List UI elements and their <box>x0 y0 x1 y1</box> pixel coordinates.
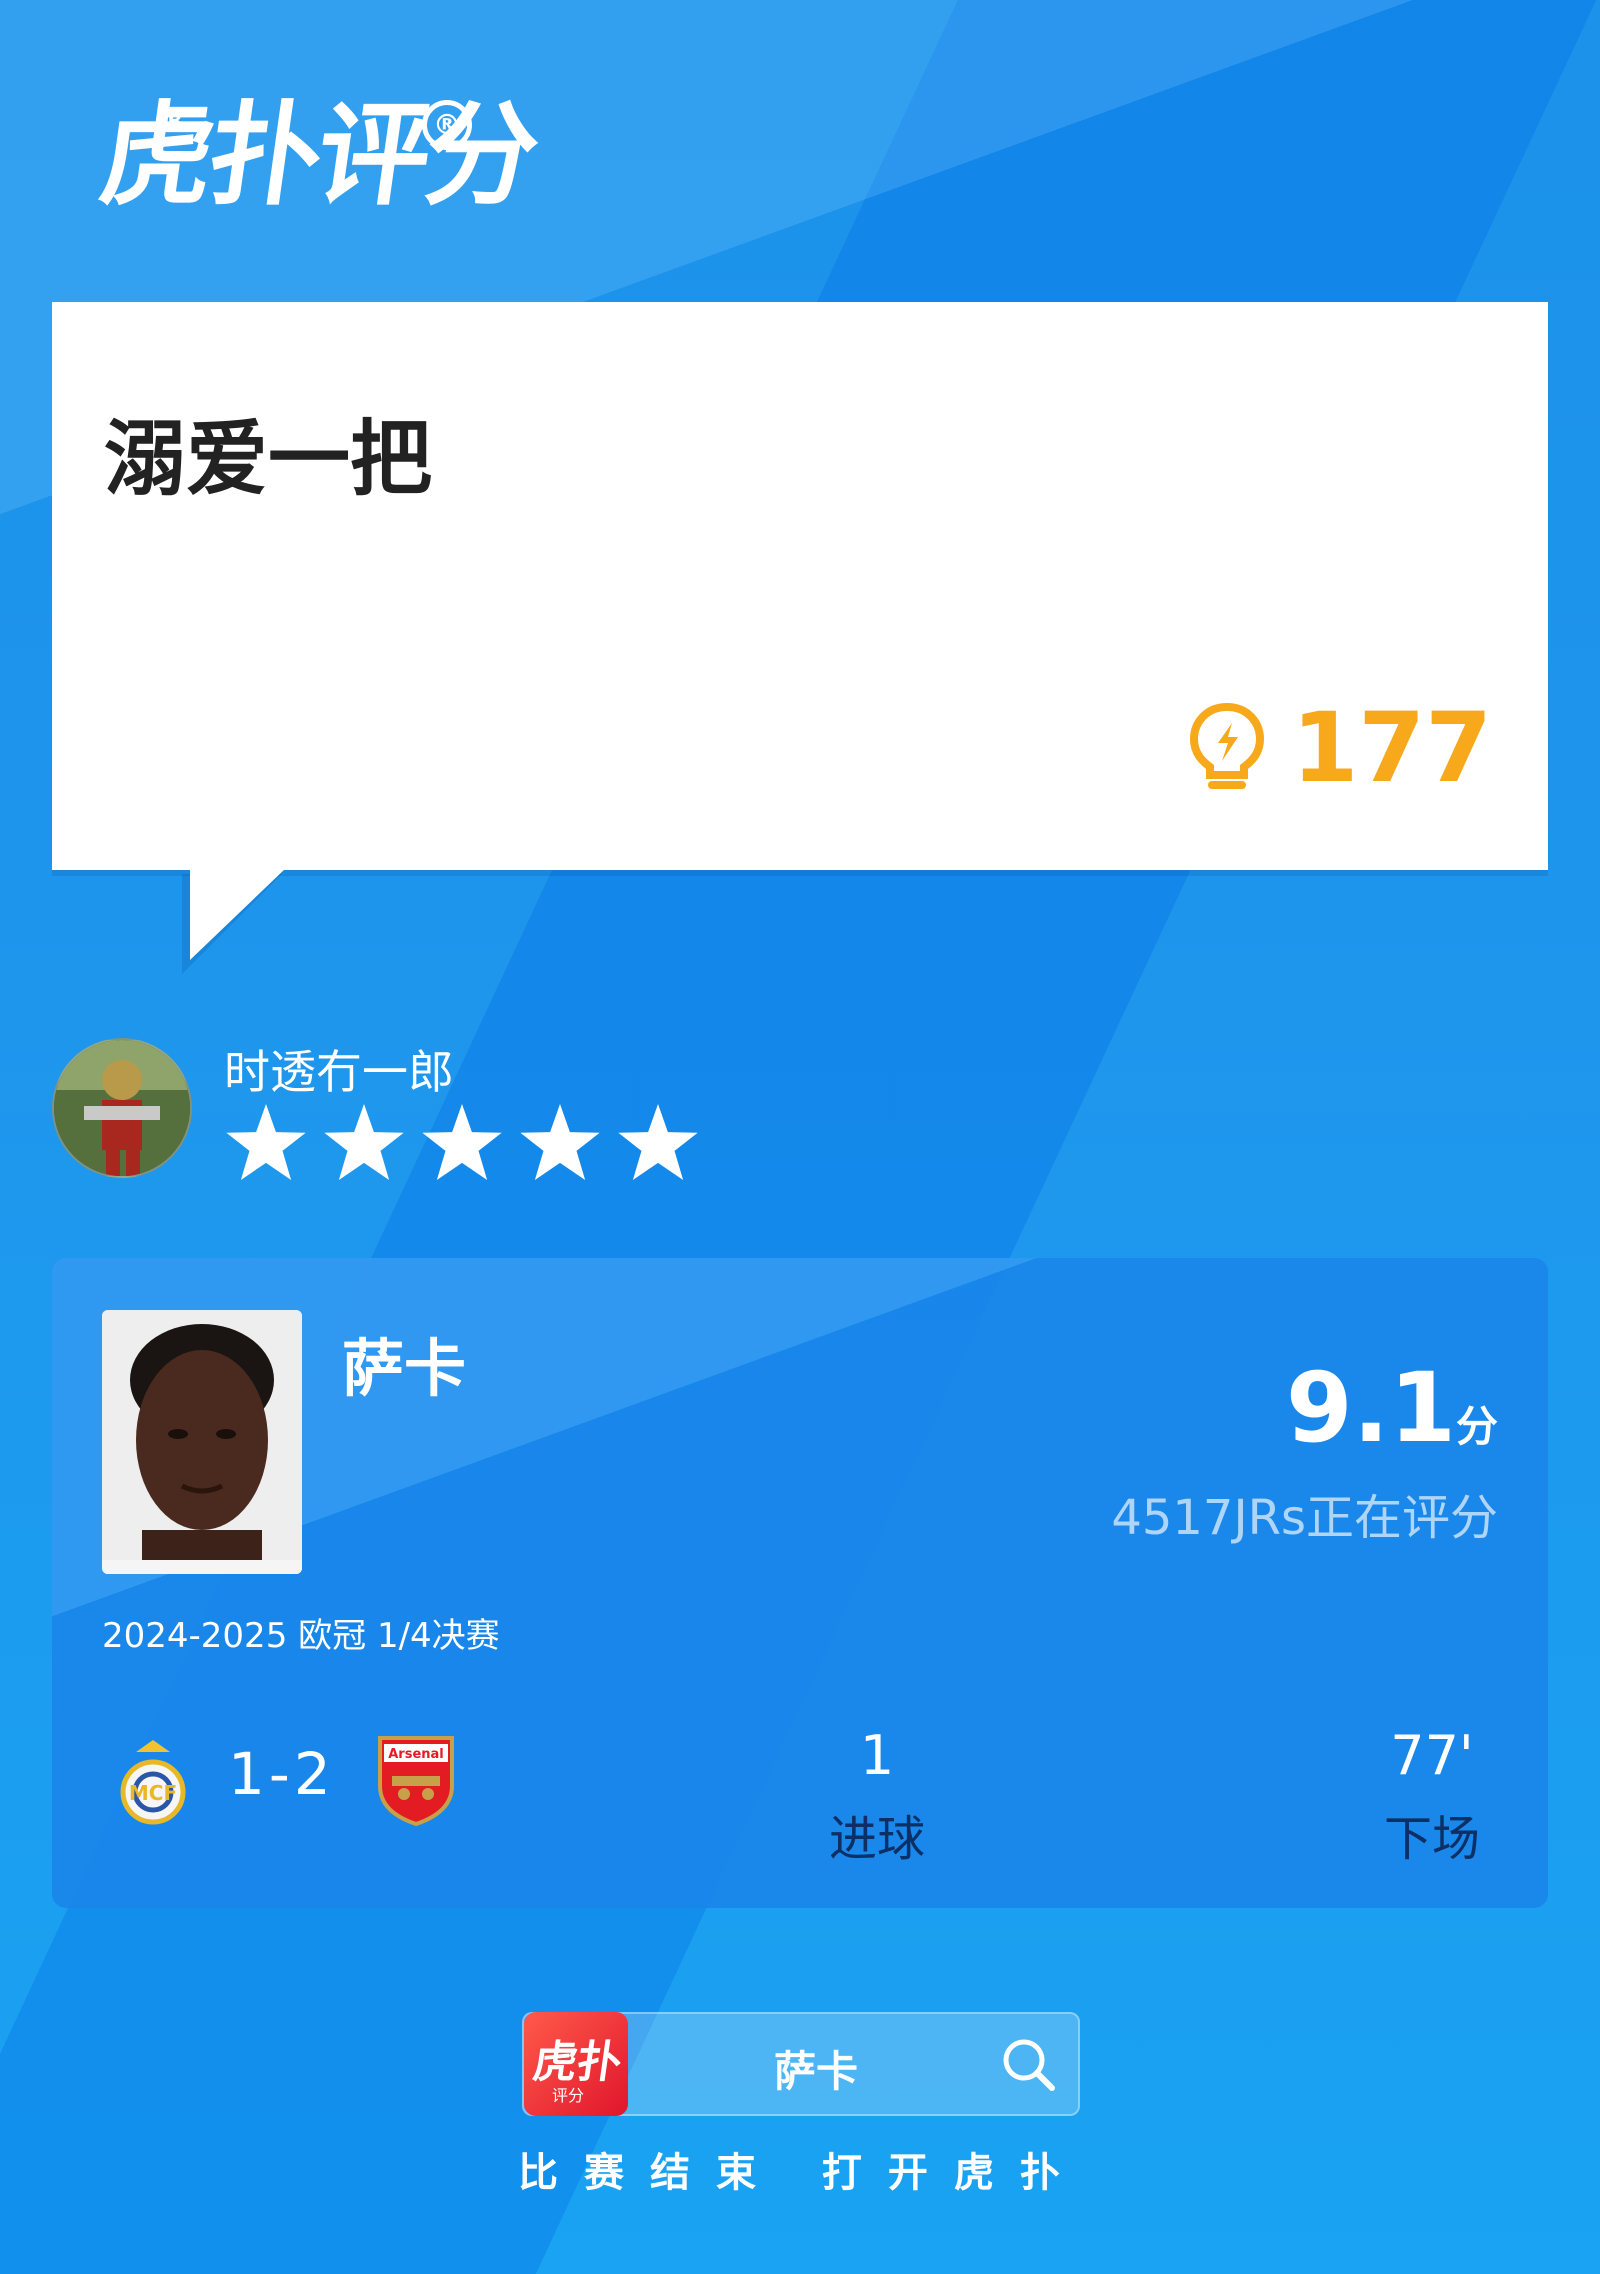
search-icon[interactable] <box>1000 2036 1058 2098</box>
comment-bubble: 溺爱一把 177 <box>52 302 1548 870</box>
stat-goals-value: 1 <box>859 1724 895 1787</box>
stat-goals-label: 进球 <box>828 1811 925 1867</box>
star-icon <box>422 1104 502 1180</box>
star-icon <box>618 1104 698 1180</box>
star-icon <box>324 1104 404 1180</box>
footer-caption: 比赛结束 打开虎扑 <box>518 2150 1086 2196</box>
bubble-tail <box>190 868 286 960</box>
brand-logo-sup: JR <box>160 108 183 132</box>
app-icon[interactable]: 虎扑 评分 <box>524 2012 628 2116</box>
raters-count: 4517JRs正在评分 <box>1111 1490 1498 1546</box>
player-score: 9.1分 <box>1286 1352 1498 1464</box>
player-name: 萨卡 <box>342 1332 467 1405</box>
comment-text: 溺爱一把 <box>104 412 433 507</box>
likes-count: 177 <box>1291 692 1492 804</box>
stat-subbed-label: 下场 <box>1383 1811 1480 1867</box>
star-rating <box>226 1104 698 1180</box>
arsenal-crest-icon: Arsenal <box>374 1732 458 1827</box>
likes-counter[interactable]: 177 <box>1186 692 1492 804</box>
app-icon-sub: 评分 <box>552 2086 585 2105</box>
stat-goals: 1 进球 <box>822 1724 932 1869</box>
match-info: 2024-2025 欧冠 1/4决赛 <box>102 1616 500 1656</box>
search-term: 萨卡 <box>774 2047 859 2096</box>
star-icon <box>520 1104 600 1180</box>
stat-subbed-value: 77' <box>1390 1724 1474 1787</box>
player-score-unit: 分 <box>1455 1402 1498 1451</box>
match-score: 1-2 <box>228 1740 335 1808</box>
registered-mark: ® <box>422 100 472 150</box>
real-madrid-crest-icon: MCF <box>114 1736 192 1826</box>
stat-subbed: 77' 下场 <box>1372 1724 1492 1869</box>
lightbulb-icon <box>1186 701 1268 795</box>
arsenal-crest-text: Arsenal <box>388 1747 444 1762</box>
user-name[interactable]: 时透冇一郎 <box>224 1036 454 1102</box>
player-photo <box>102 1310 302 1574</box>
search-bar[interactable]: 虎扑 评分 萨卡 <box>522 2012 1080 2116</box>
app-icon-text: 虎扑 <box>529 2037 625 2088</box>
player-score-value: 9.1 <box>1285 1352 1456 1464</box>
player-card[interactable]: 萨卡 9.1分 4517JRs正在评分 2024-2025 欧冠 1/4决赛 M… <box>52 1258 1548 1908</box>
star-icon <box>226 1104 306 1180</box>
avatar[interactable] <box>52 1038 192 1178</box>
svg-text:MCF: MCF <box>129 1781 177 1805</box>
